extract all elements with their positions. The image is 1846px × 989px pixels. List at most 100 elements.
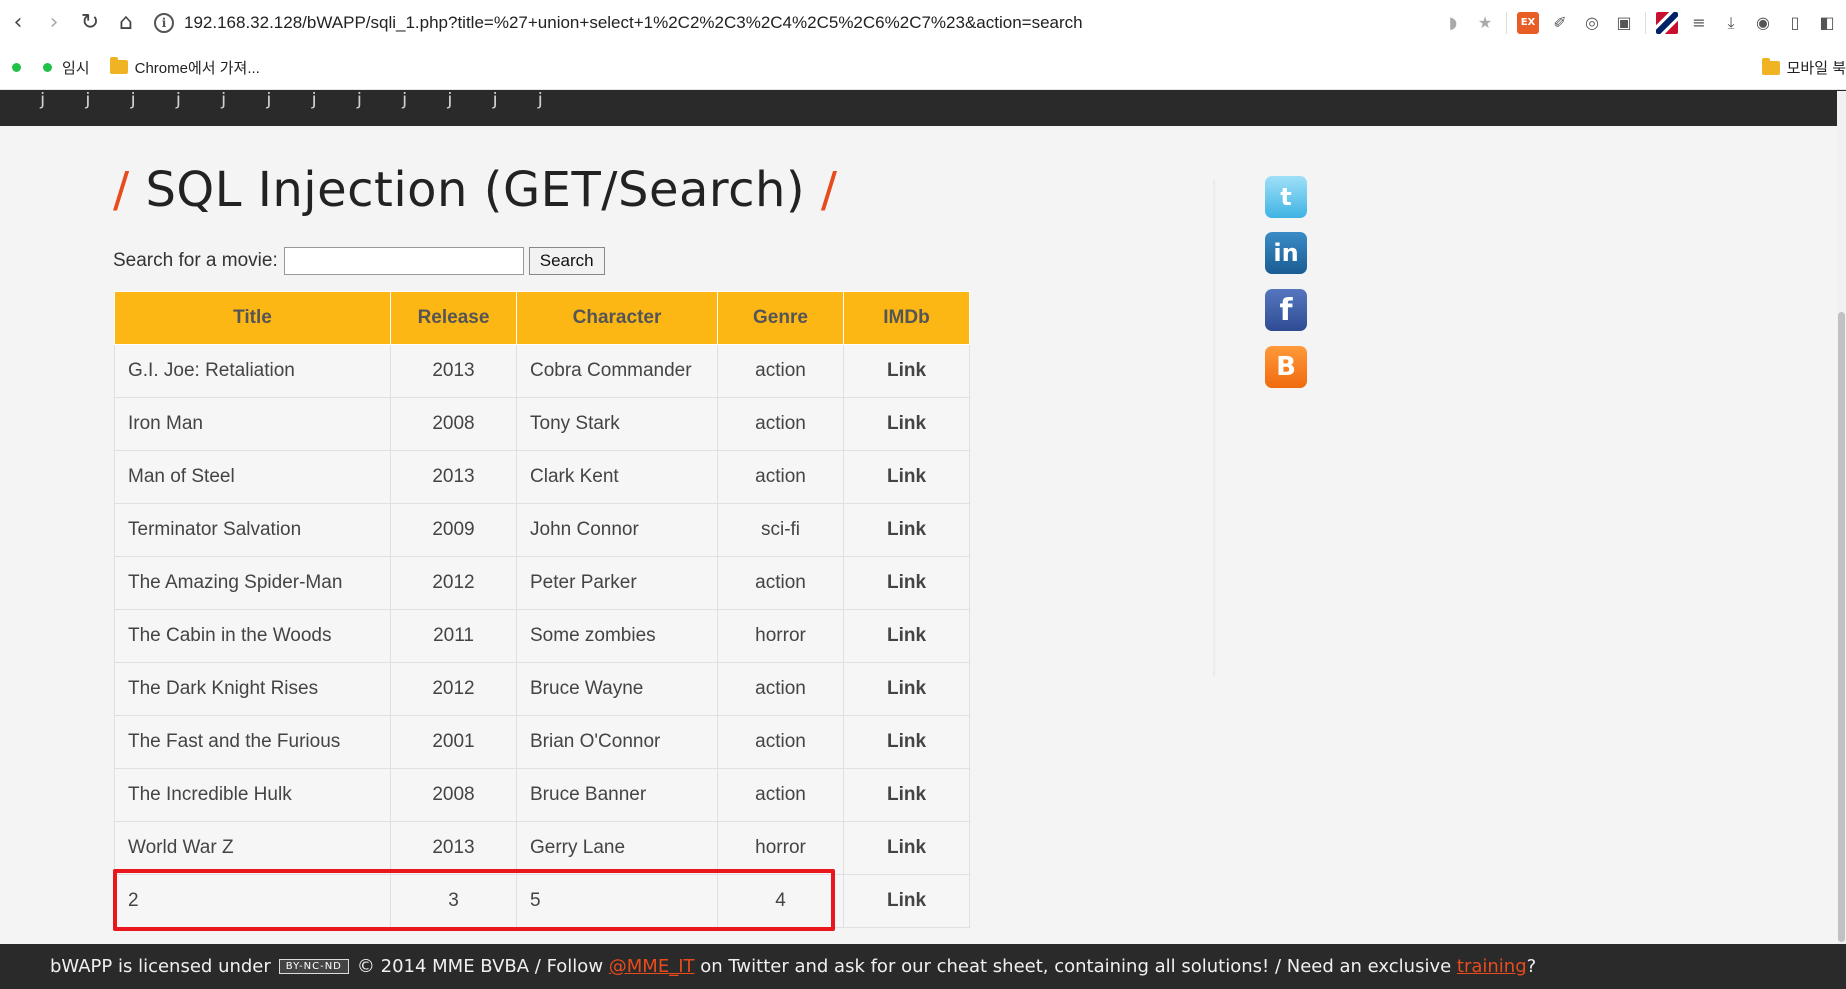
twitter-handle-link[interactable]: @MME_IT xyxy=(609,956,695,977)
table-row: The Amazing Spider-Man 2012 Peter Parker… xyxy=(114,556,970,610)
search-button[interactable]: Search xyxy=(528,247,605,275)
cell-release: 2013 xyxy=(390,344,517,398)
cell-release: 2009 xyxy=(390,503,517,557)
imdb-link[interactable]: Link xyxy=(887,625,926,646)
site-info-icon[interactable]: i xyxy=(154,12,174,33)
cell-title: Iron Man xyxy=(114,397,391,451)
table-row: World War Z 2013 Gerry Lane horror Link xyxy=(114,821,970,875)
toolbar-separator xyxy=(1645,11,1646,34)
bookmark-chrome-import[interactable]: Chrome에서 가져... xyxy=(109,57,260,78)
imdb-link[interactable]: Link xyxy=(887,784,926,805)
back-icon[interactable]: ‹ xyxy=(0,0,36,45)
camera-icon[interactable]: ◉ xyxy=(1752,12,1774,34)
table-row: The Cabin in the Woods 2011 Some zombies… xyxy=(114,609,970,663)
cell-title: The Fast and the Furious xyxy=(114,715,391,769)
cell-imdb: Link xyxy=(843,397,970,451)
cell-release: 2012 xyxy=(390,662,517,716)
twitter-icon[interactable]: t xyxy=(1265,176,1307,218)
shield-icon[interactable]: ◗ xyxy=(1442,12,1464,34)
page-header-band: ⱼⱼⱼⱼⱼⱼⱼⱼⱼⱼⱼⱼ xyxy=(0,90,1846,126)
imdb-link[interactable]: Link xyxy=(887,519,926,540)
cell-imdb: Link xyxy=(843,821,970,875)
highlight-annotation-box xyxy=(113,869,835,931)
bookmarks-bar: 임시 Chrome에서 가져... 모바일 북 xyxy=(0,45,1846,90)
table-row: Man of Steel 2013 Clark Kent action Link xyxy=(114,450,970,504)
extension-pin-icon[interactable]: ✐ xyxy=(1549,12,1571,34)
bookmark-temp[interactable]: 임시 xyxy=(43,57,90,78)
bookmark-star-icon[interactable]: ★ xyxy=(1474,12,1496,34)
cell-genre: action xyxy=(717,344,844,398)
cell-title: G.I. Joe: Retaliation xyxy=(114,344,391,398)
bookmark-label: 모바일 북 xyxy=(1786,60,1846,77)
imdb-link[interactable]: Link xyxy=(887,731,926,752)
imdb-link[interactable]: Link xyxy=(887,466,926,487)
browser-toolbar: ‹ › ↻ ⌂ i 192.168.32.128/bWAPP/sqli_1.ph… xyxy=(0,0,1846,45)
cell-genre: horror xyxy=(717,821,844,875)
cell-title: Terminator Salvation xyxy=(114,503,391,557)
header-imdb: IMDb xyxy=(843,291,970,345)
table-row: The Incredible Hulk 2008 Bruce Banner ac… xyxy=(114,768,970,822)
imdb-link[interactable]: Link xyxy=(887,360,926,381)
footer-text-license: bWAPP is licensed under xyxy=(50,956,271,977)
blogger-icon[interactable]: B xyxy=(1265,346,1307,388)
cell-release: 2011 xyxy=(390,609,517,663)
cell-character: John Connor xyxy=(516,503,718,557)
ex-extension-icon[interactable]: EX xyxy=(1517,11,1539,34)
cell-title: The Amazing Spider-Man xyxy=(114,556,391,610)
cell-release: 2001 xyxy=(390,715,517,769)
imdb-link[interactable]: Link xyxy=(887,837,926,858)
cc-license-badge[interactable]: BY-NC-ND xyxy=(278,959,349,974)
cell-character: Peter Parker xyxy=(516,556,718,610)
reading-list-icon[interactable]: ≡ xyxy=(1688,12,1710,34)
imdb-link[interactable]: Link xyxy=(887,572,926,593)
imdb-link[interactable]: Link xyxy=(887,413,926,434)
extension-icons: ◗ ★ EX ✐ ◎ ▣ ≡ ⤓ ◉ ▯ ◧ xyxy=(1442,0,1838,45)
green-dot-icon xyxy=(12,62,21,72)
search-input[interactable] xyxy=(283,247,524,275)
reader-mode-icon[interactable]: ▯ xyxy=(1784,12,1806,34)
header-decoration: ⱼⱼⱼⱼⱼⱼⱼⱼⱼⱼⱼⱼ xyxy=(40,90,583,113)
side-panel-icon[interactable]: ◧ xyxy=(1816,12,1838,34)
table-row: Terminator Salvation 2009 John Connor sc… xyxy=(114,503,970,557)
cell-genre: action xyxy=(717,662,844,716)
reload-icon[interactable]: ↻ xyxy=(72,0,108,45)
cell-title: The Incredible Hulk xyxy=(114,768,391,822)
cell-release: 2008 xyxy=(390,768,517,822)
movies-table: Title Release Character Genre IMDb G.I. … xyxy=(114,291,970,928)
cell-imdb: Link xyxy=(843,609,970,663)
page-title: / SQL Injection (GET/Search) / xyxy=(113,162,838,218)
bookmark-mobile[interactable]: 모바일 북 xyxy=(1761,45,1846,90)
cell-genre: horror xyxy=(717,609,844,663)
cell-imdb: Link xyxy=(843,503,970,557)
scrollbar-thumb[interactable] xyxy=(1838,312,1845,942)
facebook-icon[interactable]: f xyxy=(1265,289,1307,331)
cell-character: Bruce Banner xyxy=(516,768,718,822)
title-text: SQL Injection (GET/Search) xyxy=(145,162,806,218)
cell-genre: action xyxy=(717,715,844,769)
cell-character: Some zombies xyxy=(516,609,718,663)
cell-release: 2012 xyxy=(390,556,517,610)
sidebar-divider xyxy=(1213,180,1217,676)
linkedin-icon[interactable]: in xyxy=(1265,232,1307,274)
cell-imdb: Link xyxy=(843,768,970,822)
forward-icon[interactable]: › xyxy=(36,0,72,45)
table-row: G.I. Joe: Retaliation 2013 Cobra Command… xyxy=(114,344,970,398)
training-link[interactable]: training xyxy=(1457,956,1527,977)
page-footer: bWAPP is licensed under BY-NC-ND © 2014 … xyxy=(0,944,1846,989)
cell-genre: sci-fi xyxy=(717,503,844,557)
cell-character: Gerry Lane xyxy=(516,821,718,875)
bookmark-dot[interactable] xyxy=(12,62,31,72)
search-label: Search for a movie: xyxy=(113,250,278,271)
cell-imdb: Link xyxy=(843,556,970,610)
language-flag-icon[interactable] xyxy=(1656,11,1678,34)
download-icon[interactable]: ⤓ xyxy=(1720,12,1742,34)
header-release: Release xyxy=(390,291,517,345)
cell-release: 2013 xyxy=(390,450,517,504)
extension-mouse-icon[interactable]: ◎ xyxy=(1581,12,1603,34)
imdb-link[interactable]: Link xyxy=(887,678,926,699)
imdb-link[interactable]: Link xyxy=(887,890,926,911)
header-character: Character xyxy=(516,291,718,345)
extension-window-icon[interactable]: ▣ xyxy=(1613,12,1635,34)
address-bar[interactable]: 192.168.32.128/bWAPP/sqli_1.php?title=%2… xyxy=(184,13,1083,33)
home-icon[interactable]: ⌂ xyxy=(108,0,144,45)
